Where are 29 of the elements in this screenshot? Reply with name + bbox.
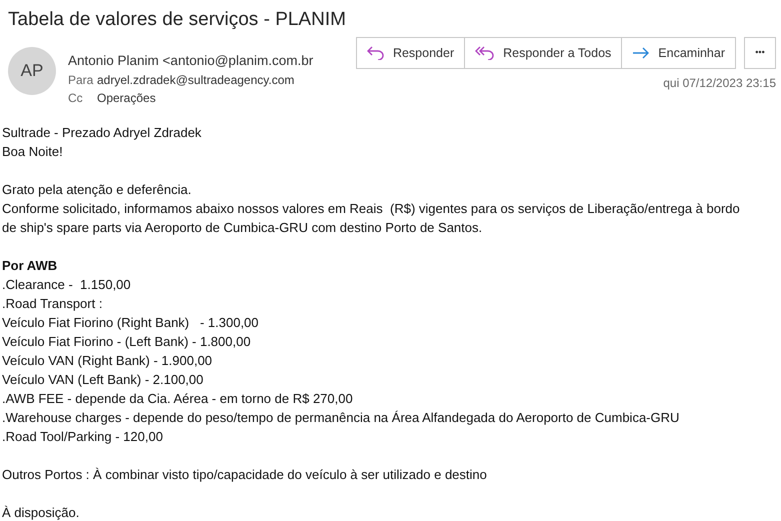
reply-all-icon [475,46,496,60]
recipient-label: Para [68,72,94,89]
body-text: Por AWB [2,257,58,275]
body-text: .Warehouse charges - depende do peso/tempo de permanência na Área Alfandegada do Aeroporto de Cumbica-GRU [2,409,680,427]
body-text: Conforme solicitado, informamos abaixo nossos valores em Reais (R$) vigentes para os serviços de Liberação/entrega à bordo [2,200,741,218]
body-text: Veículo Fiat Fiorino - (Left Bank) - 1.800,00 [2,333,252,351]
body-text: .Road Tool/Parking - 120,00 [2,428,164,446]
more-button[interactable]: ••• [744,37,776,69]
recipient-label: Cc [68,90,84,107]
body-text: Outros Portos : À combinar visto tipo/capacidade do veículo à ser utilizado e destino [2,466,488,484]
body-text: Sultrade - Prezado Adryel Zdradek [2,124,202,142]
body-text: Veículo VAN (Right Bank) - 1.900,00 [2,352,214,370]
body-text: À disposição. [2,504,80,521]
email-date: qui 07/12/2023 23:15 [663,75,776,92]
recipient-value: Operações [97,90,156,107]
body-text: Veículo Fiat Fiorino (Right Bank) - 1.300,00 [2,314,260,332]
email-subject: Tabela de valores de serviços - PLANIM [7,8,347,32]
body-text: Boa Noite! [2,143,64,161]
reply-icon [366,46,385,60]
forward-icon [632,47,650,59]
body-text: de ship's spare parts via Aeroporto de Cumbica-GRU com destino Porto de Santos. [2,219,484,237]
recipient-value: adryel.zdradek@sultradeagency.com [97,72,294,89]
sender-name: Antonio Planim <antonio@planim.com.br [68,52,314,70]
body-text: .AWB FEE - depende da Cia. Aérea - em torno de R$ 270,00 [2,390,354,408]
body-text: Grato pela atenção e deferência. [2,181,192,199]
body-text: .Road Transport : [2,295,104,313]
avatar: AP [8,47,56,95]
body-text: Veículo VAN (Left Bank) - 2.100,00 [2,371,204,389]
body-text: .Clearance - 1.150,00 [2,276,132,294]
